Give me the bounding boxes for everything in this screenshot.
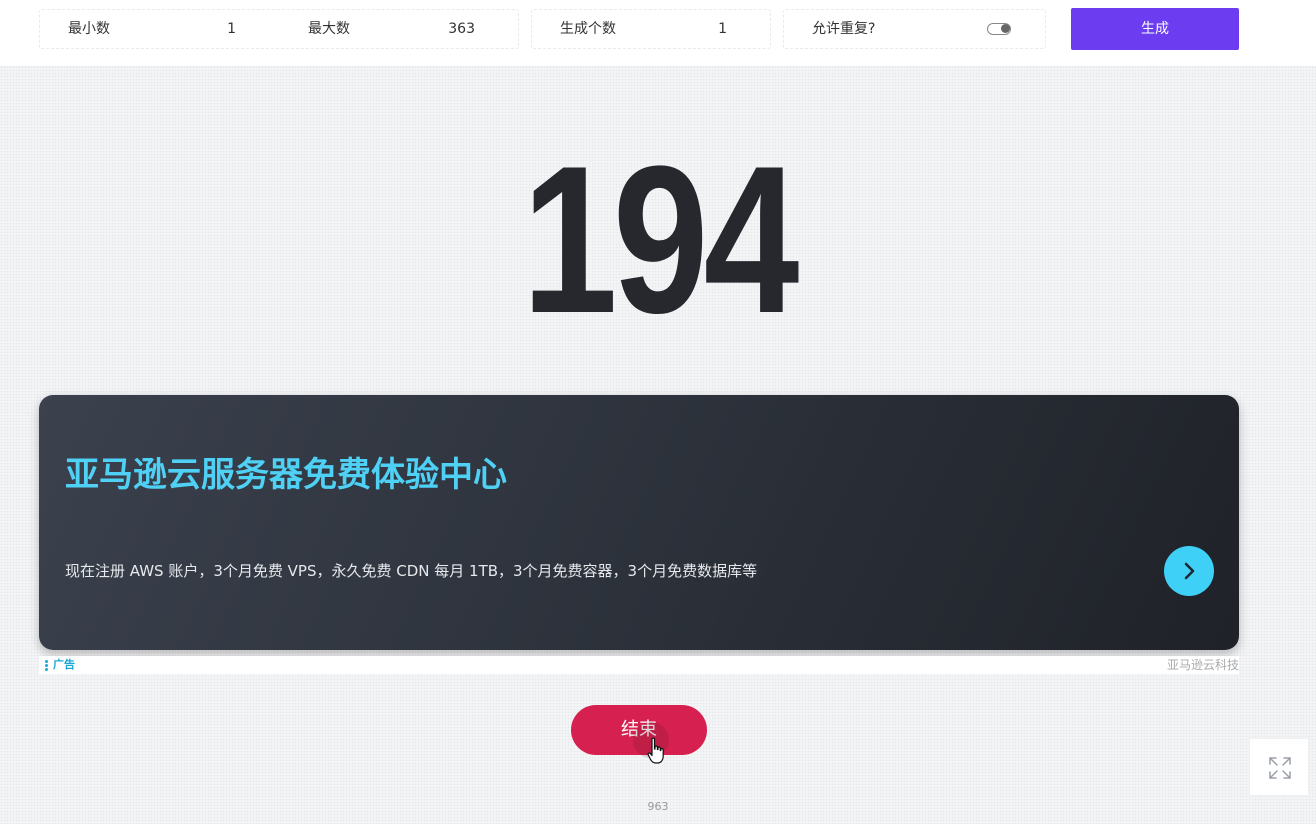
top-control-bar: 最小数 1 最大数 363 生成个数 1 允许重复? 生成: [0, 0, 1316, 67]
expand-icon: [1269, 757, 1291, 779]
ad-description: 现在注册 AWS 账户，3个月免费 VPS，永久免费 CDN 每月 1TB，3个…: [65, 562, 758, 580]
min-input[interactable]: 1: [176, 10, 236, 48]
min-label: 最小数: [68, 21, 110, 37]
ad-tag[interactable]: 广告: [45, 656, 75, 674]
toggle-knob: [1001, 24, 1010, 33]
max-input[interactable]: 363: [415, 10, 475, 48]
ad-options-icon: [45, 659, 48, 672]
allow-repeat-toggle[interactable]: [987, 23, 1011, 35]
total-count: 963: [647, 800, 669, 813]
chevron-right-icon: [1184, 562, 1195, 580]
ad-banner[interactable]: 亚马逊云服务器免费体验中心 现在注册 AWS 账户，3个月免费 VPS，永久免费…: [39, 395, 1239, 650]
ad-footer: 广告 亚马逊云科技: [39, 656, 1239, 674]
range-field-group: 最小数 1 最大数 363: [39, 9, 519, 49]
result-number-display: 194: [0, 122, 1316, 357]
ad-brand: 亚马逊云科技: [1166, 658, 1239, 672]
allow-repeat-label: 允许重复?: [812, 21, 876, 37]
ad-title: 亚马逊云服务器免费体验中心: [65, 455, 507, 495]
ad-arrow-button[interactable]: [1164, 546, 1214, 596]
ad-tag-label: 广告: [53, 658, 75, 671]
max-label: 最大数: [308, 21, 350, 37]
result-number: 194: [521, 122, 799, 357]
hand-cursor-icon: [647, 737, 665, 769]
count-label: 生成个数: [560, 21, 616, 37]
count-field-group: 生成个数 1: [531, 9, 771, 49]
count-input[interactable]: 1: [667, 10, 727, 48]
fullscreen-button[interactable]: [1249, 738, 1309, 796]
generate-button[interactable]: 生成: [1071, 8, 1239, 50]
